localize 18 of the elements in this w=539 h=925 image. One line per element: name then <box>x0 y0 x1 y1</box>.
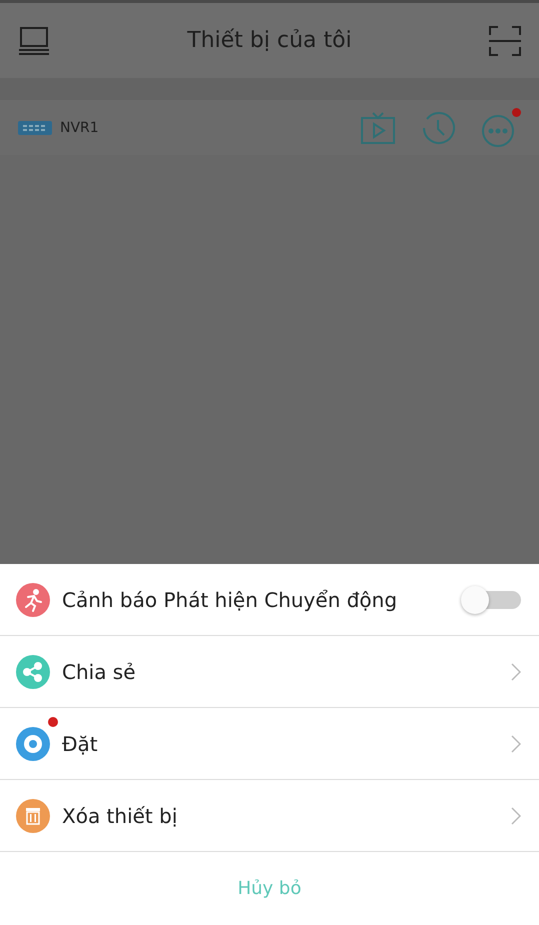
recorder-icon <box>18 120 52 134</box>
running-person-icon <box>16 582 50 616</box>
screen-title: Thiết bị của tôi <box>187 28 352 53</box>
menu-item[interactable]: Đặt <box>0 708 539 780</box>
laptop-icon[interactable] <box>18 26 50 56</box>
toggle-switch[interactable] <box>461 586 521 614</box>
playback-button[interactable] <box>421 110 455 144</box>
settings-icon <box>16 726 50 760</box>
live-view-button[interactable] <box>361 112 395 144</box>
chevron-icon <box>511 806 521 824</box>
share-icon <box>16 654 50 688</box>
chevron-icon <box>511 662 521 680</box>
scan-icon[interactable] <box>489 26 521 56</box>
menu-item[interactable]: Chia sẻ <box>0 636 539 708</box>
menu-item[interactable]: Cảnh báo Phát hiện Chuyển động <box>0 564 539 636</box>
more-button[interactable] <box>481 114 515 148</box>
chevron-icon <box>511 734 521 752</box>
trash-icon <box>16 798 50 832</box>
